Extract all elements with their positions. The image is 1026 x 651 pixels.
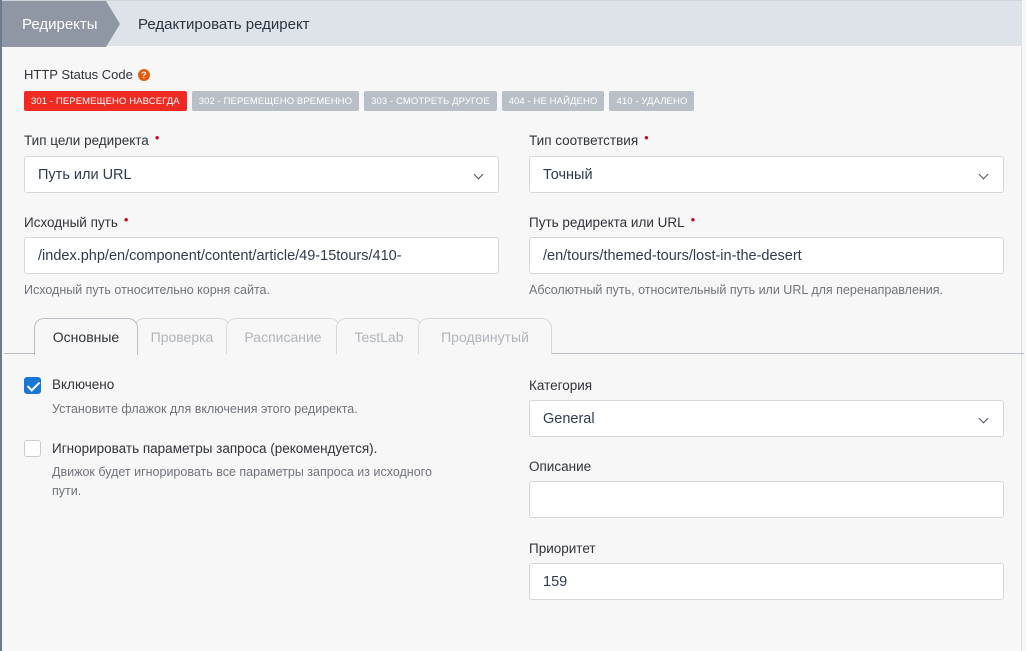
target-path-input[interactable]: /en/tours/themed-tours/lost-in-the-deser…	[529, 237, 1004, 274]
target-type-value: Путь или URL	[38, 166, 132, 183]
target-path-hint: Абсолютный путь, относительный путь или …	[529, 283, 944, 297]
chevron-down-icon	[978, 413, 989, 424]
match-type-label: Тип соответствия •	[529, 130, 649, 148]
source-path-hint: Исходный путь относительно корня сайта.	[24, 283, 270, 297]
target-path-value: /en/tours/themed-tours/lost-in-the-deser…	[543, 247, 802, 264]
required-mark: •	[154, 130, 160, 145]
match-type-select[interactable]: Точный	[529, 156, 1004, 193]
status-410-button[interactable]: 410 - УДАЛЕНО	[609, 91, 695, 111]
tab-bar: Основные Проверка Расписание TestLab Про…	[4, 318, 1024, 355]
category-value: General	[543, 410, 595, 427]
target-path-label-text: Путь редиректа или URL	[529, 215, 685, 230]
required-mark: •	[123, 212, 129, 227]
target-type-select[interactable]: Путь или URL	[24, 156, 499, 193]
category-select[interactable]: General	[529, 400, 1004, 437]
breadcrumb-arrow	[106, 1, 120, 47]
status-code-label-text: HTTP Status Code	[24, 67, 133, 82]
tab-testlab[interactable]: TestLab	[336, 318, 422, 354]
status-code-label: HTTP Status Code ?	[24, 67, 150, 82]
source-path-value: /index.php/en/component/content/article/…	[38, 247, 402, 264]
status-404-button[interactable]: 404 - НЕ НАЙДЕНО	[501, 91, 605, 111]
ignore-params-hint-2: пути.	[52, 484, 82, 498]
description-input[interactable]	[529, 481, 1004, 518]
priority-input[interactable]: 159	[529, 563, 1004, 600]
priority-label: Приоритет	[529, 541, 596, 556]
status-code-group: 301 - ПЕРЕМЕЩЕНО НАВСЕГДА 302 - ПЕРЕМЕЩЕ…	[24, 91, 695, 111]
chevron-down-icon	[473, 169, 484, 180]
status-301-button[interactable]: 301 - ПЕРЕМЕЩЕНО НАВСЕГДА	[24, 91, 187, 111]
enabled-label[interactable]: Включено	[52, 377, 114, 392]
editor-frame: Редиректы Редактировать редирект HTTP St…	[0, 0, 1024, 651]
enabled-hint: Установите флажок для включения этого ре…	[52, 402, 358, 416]
category-label: Категория	[529, 378, 593, 393]
ignore-params-label[interactable]: Игнорировать параметры запроса (рекоменд…	[52, 441, 377, 456]
source-path-label: Исходный путь •	[24, 212, 129, 230]
target-type-label: Тип цели редиректа •	[24, 130, 160, 148]
target-type-label-text: Тип цели редиректа	[24, 133, 149, 148]
tab-advanced[interactable]: Продвинутый	[418, 318, 552, 354]
source-path-input[interactable]: /index.php/en/component/content/article/…	[24, 237, 499, 274]
question-circle-icon[interactable]: ?	[137, 68, 150, 81]
description-label: Описание	[529, 459, 592, 474]
ignore-params-checkbox[interactable]	[24, 440, 41, 457]
tab-basic[interactable]: Основные	[34, 318, 138, 355]
status-303-button[interactable]: 303 - СМОТРЕТЬ ДРУГОЕ	[364, 91, 497, 111]
required-mark: •	[644, 130, 649, 145]
breadcrumb-current: Редактировать редирект	[138, 15, 310, 33]
chevron-down-icon	[978, 169, 989, 180]
status-302-button[interactable]: 302 - ПЕРЕМЕЩЕНО ВРЕМЕННО	[191, 91, 360, 111]
ignore-params-hint-1: Движок будет игнорировать все параметры …	[52, 465, 432, 479]
source-path-label-text: Исходный путь	[24, 215, 118, 230]
required-mark: •	[690, 212, 696, 227]
breadcrumb: Редиректы Редактировать редирект	[2, 0, 1022, 47]
match-type-value: Точный	[543, 166, 593, 183]
priority-value: 159	[543, 573, 568, 590]
match-type-label-text: Тип соответствия	[529, 133, 639, 148]
tab-check[interactable]: Проверка	[134, 318, 230, 354]
tab-schedule[interactable]: Расписание	[226, 318, 340, 354]
target-path-label: Путь редиректа или URL •	[529, 212, 696, 230]
enabled-checkbox[interactable]	[24, 377, 41, 394]
breadcrumb-redirects-link[interactable]: Редиректы	[2, 1, 106, 47]
